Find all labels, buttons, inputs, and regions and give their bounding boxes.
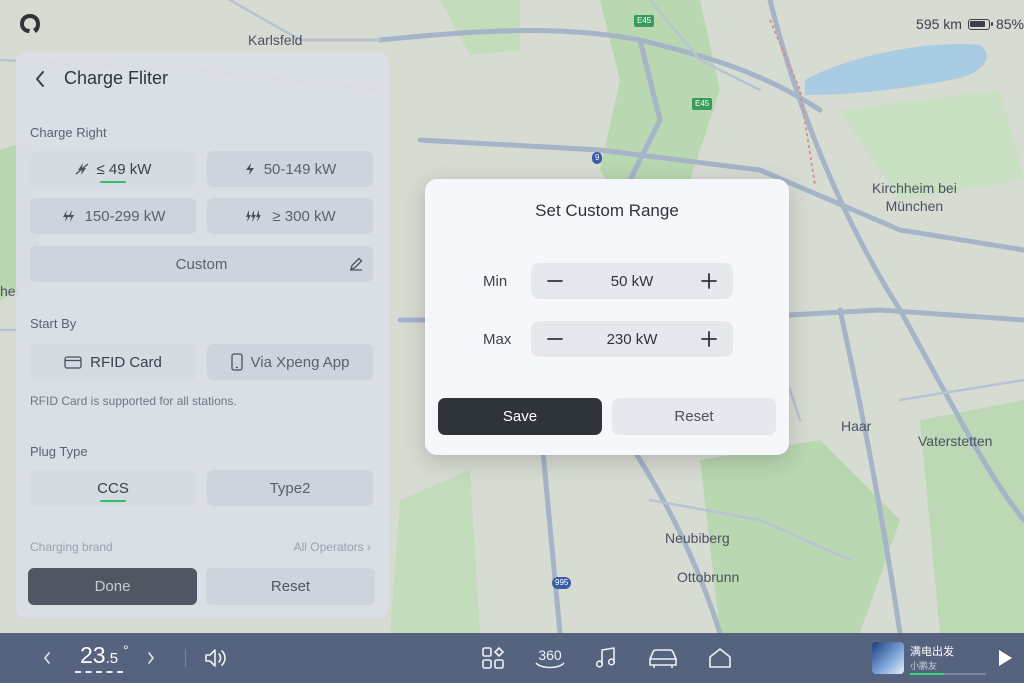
app-logo-icon[interactable]	[18, 12, 42, 36]
power-option-150-299[interactable]: 150-299 kW	[30, 198, 196, 234]
charging-brand-value: All Operators ›	[294, 540, 371, 554]
min-label: Min	[483, 273, 508, 290]
map-label-kirchheim: Kirchheim bei München	[872, 180, 957, 214]
road-badge-995: 995	[552, 577, 572, 589]
map-label-karlsfeld: Karlsfeld	[248, 32, 303, 48]
power-option-label: ≥ 300 kW	[272, 207, 336, 225]
phone-icon	[230, 353, 243, 371]
plug-type-label: Plug Type	[30, 444, 88, 459]
power-option-50-149[interactable]: 50-149 kW	[207, 151, 373, 187]
reset-button[interactable]: Reset	[612, 398, 776, 435]
music-icon[interactable]	[594, 646, 618, 670]
battery-percent: 85%	[995, 16, 1024, 32]
media-album-art[interactable]	[872, 642, 904, 674]
custom-option-label: Custom	[175, 255, 228, 273]
edit-pencil-icon[interactable]	[349, 257, 363, 271]
road-badge-e45-mid: E45	[692, 98, 713, 110]
lightning-triple-icon	[246, 210, 262, 222]
plus-icon[interactable]	[699, 271, 719, 291]
temperature-value: 23	[80, 642, 106, 668]
power-option-300[interactable]: ≥ 300 kW	[207, 198, 373, 234]
media-subtitle: 小鹏友	[910, 661, 938, 671]
charging-brand-label: Charging brand	[30, 540, 113, 554]
max-stepper: 230 kW	[531, 321, 733, 357]
start-option-rfid[interactable]: RFID Card	[30, 344, 196, 380]
start-option-label: RFID Card	[90, 353, 162, 371]
play-icon[interactable]	[996, 648, 1014, 668]
status-bar: 595 km 85%	[916, 16, 1024, 32]
charge-right-label: Charge Right	[30, 125, 107, 140]
max-label: Max	[483, 331, 512, 348]
lightning-icon	[245, 163, 254, 175]
temperature-readout[interactable]: 23.5	[80, 642, 118, 669]
start-option-app[interactable]: Via Xpeng App	[207, 344, 373, 380]
charge-filter-panel: Charge Fliter Charge Right ≤ 49 kW 50-14…	[16, 52, 389, 618]
card-icon	[64, 355, 82, 369]
min-stepper: 50 kW	[531, 263, 733, 299]
lightning-slow-icon	[75, 163, 88, 175]
power-option-label: 150-299 kW	[84, 207, 166, 225]
power-option-label: 50-149 kW	[263, 160, 337, 178]
minus-icon[interactable]	[545, 271, 565, 291]
lightning-double-icon	[62, 210, 74, 222]
charging-brand-value-text: All Operators	[293, 540, 364, 554]
map-label-haar: Haar	[841, 418, 872, 434]
bottom-dock: 23.5 ° 360 满电出发 小鹏友	[0, 633, 1024, 683]
back-chevron-icon[interactable]	[34, 70, 46, 88]
apps-icon[interactable]	[481, 646, 505, 670]
temperature-degree: °	[123, 642, 129, 658]
car-icon[interactable]	[647, 647, 679, 669]
media-progress-bar	[910, 673, 986, 675]
start-option-label: Via Xpeng App	[250, 353, 350, 371]
plug-option-type2[interactable]: Type2	[207, 470, 373, 506]
max-value: 230 kW	[606, 330, 658, 348]
dialog-title: Set Custom Range	[535, 201, 679, 220]
plug-option-ccs[interactable]: CCS	[30, 470, 196, 506]
dock-divider	[185, 649, 186, 667]
charging-brand-row[interactable]: Charging brand All Operators ›	[30, 540, 371, 554]
selected-indicator	[100, 181, 126, 183]
start-by-label: Start By	[30, 316, 77, 331]
plug-option-label: CCS	[97, 479, 129, 497]
min-value: 50 kW	[610, 272, 654, 290]
battery-icon	[967, 18, 993, 30]
plus-icon[interactable]	[699, 329, 719, 349]
map-label-ottobrunn: Ottobrunn	[677, 569, 740, 585]
volume-icon[interactable]	[203, 647, 227, 669]
map-label-vaterstetten: Vaterstetten	[918, 433, 993, 449]
range-text: 595 km	[916, 16, 962, 32]
map-label-neubiberg: Neubiberg	[665, 530, 730, 546]
start-by-hint: RFID Card is supported for all stations.	[30, 394, 237, 408]
selected-indicator	[100, 500, 126, 502]
save-button[interactable]: Save	[438, 398, 602, 435]
plug-option-label: Type2	[269, 479, 311, 497]
road-badge-e45: E45	[634, 15, 655, 27]
custom-range-dialog: Set Custom Range Min 50 kW Max 230 kW Sa…	[425, 179, 789, 455]
chevron-right-icon: ›	[367, 540, 371, 554]
done-button[interactable]: Done	[28, 568, 197, 605]
home-icon[interactable]	[707, 646, 733, 670]
panel-title: Charge Fliter	[64, 68, 169, 88]
chevron-right-icon[interactable]	[146, 651, 156, 665]
media-progress-fill	[910, 673, 945, 675]
custom-range-option[interactable]: Custom	[30, 246, 373, 282]
minus-icon[interactable]	[545, 329, 565, 349]
power-option-label: ≤ 49 kW	[96, 160, 152, 178]
temperature-level-indicator	[75, 671, 123, 673]
media-title: 满电出发	[910, 646, 954, 658]
power-option-49[interactable]: ≤ 49 kW	[30, 151, 196, 187]
camera-360-icon[interactable]: 360	[532, 645, 568, 671]
temperature-decimal: .5	[105, 650, 119, 667]
panel-reset-button[interactable]: Reset	[206, 568, 375, 605]
chevron-left-icon[interactable]	[42, 651, 52, 665]
